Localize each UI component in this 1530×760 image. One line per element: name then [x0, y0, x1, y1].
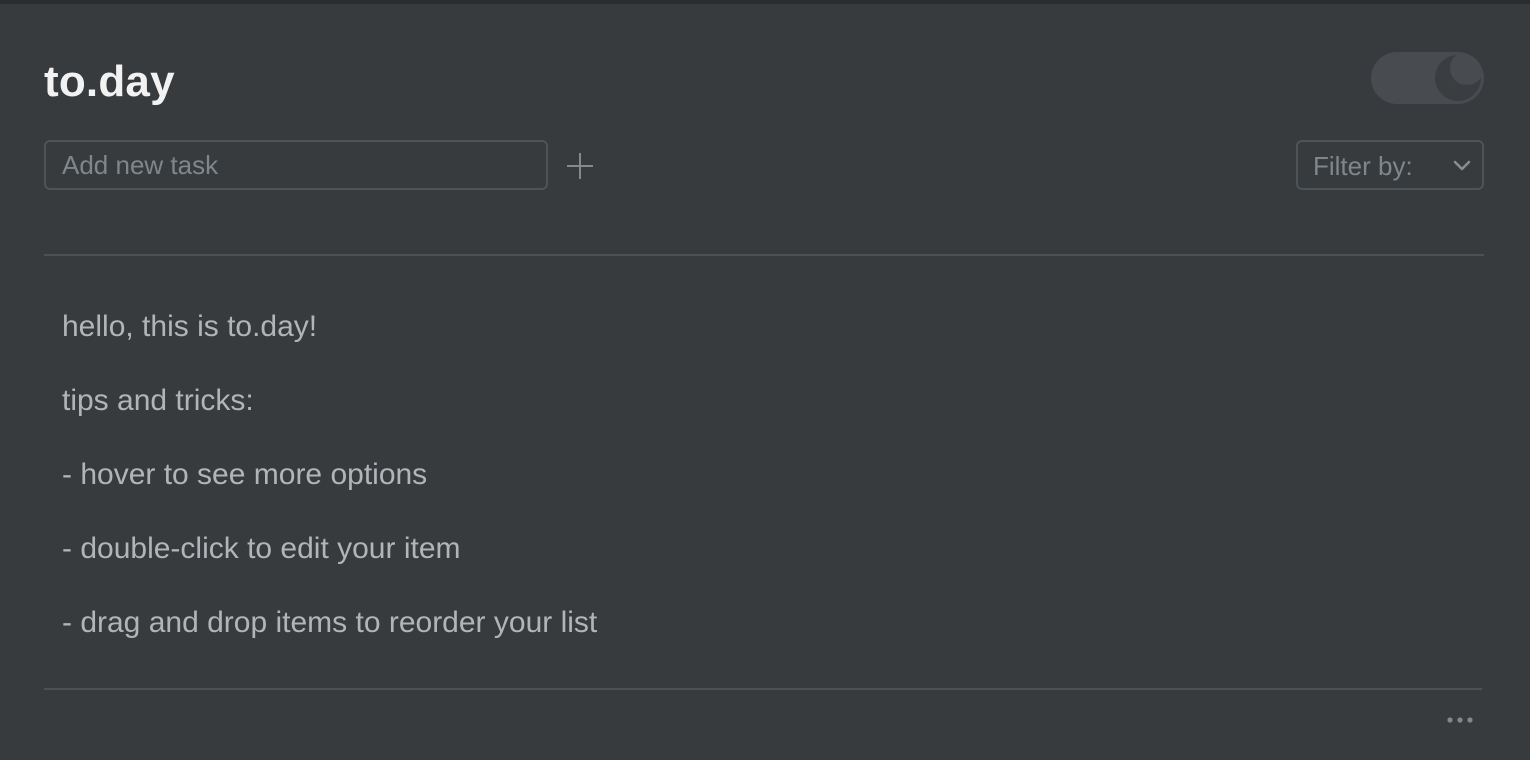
header-divider — [44, 254, 1484, 256]
task-item[interactable]: - hover to see more options — [62, 454, 597, 528]
plus-icon — [567, 153, 593, 179]
task-item[interactable]: - drag and drop items to reorder your li… — [62, 602, 597, 676]
window-top-strip — [0, 0, 1530, 4]
task-item[interactable]: - double-click to edit your item — [62, 528, 597, 602]
dark-mode-toggle[interactable] — [1371, 52, 1484, 104]
task-item[interactable]: hello, this is to.day! — [62, 306, 597, 380]
filter-select[interactable]: Filter by: — [1296, 140, 1484, 190]
chevron-down-icon — [1453, 160, 1471, 171]
filter-label: Filter by: — [1313, 151, 1413, 181]
moon-icon — [1435, 55, 1481, 101]
task-item[interactable]: tips and tricks: — [62, 380, 597, 454]
add-task-input[interactable] — [44, 140, 548, 190]
more-options-button[interactable] — [1443, 712, 1477, 728]
app-title: to.day — [44, 57, 175, 106]
task-list: hello, this is to.day! tips and tricks: … — [62, 306, 597, 676]
add-task-button[interactable] — [562, 148, 598, 184]
footer-divider — [44, 688, 1482, 690]
app-window: to.day Filter by: h — [0, 0, 1530, 760]
more-options-icon — [1447, 717, 1473, 723]
